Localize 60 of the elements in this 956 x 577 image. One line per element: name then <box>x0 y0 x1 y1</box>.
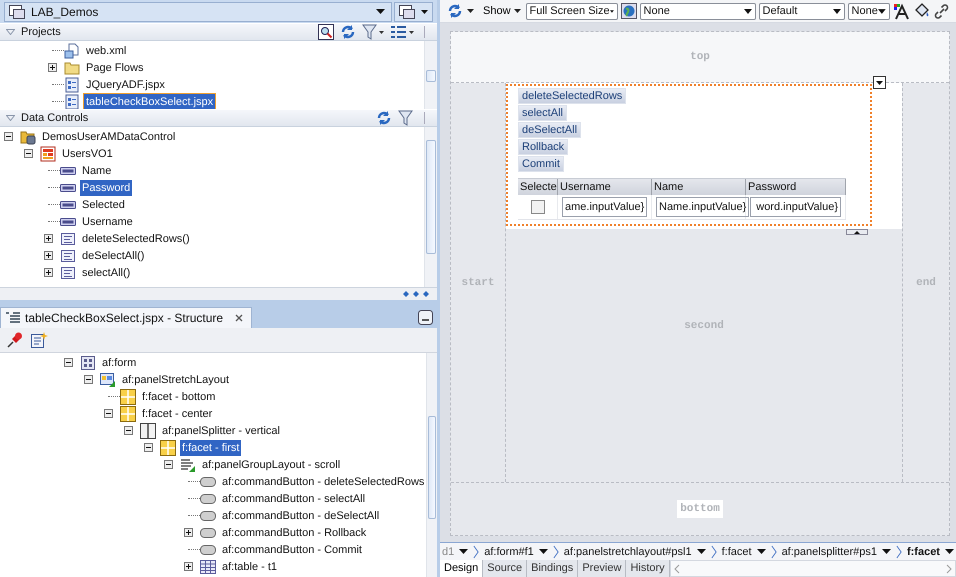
tree-item[interactable]: af:table - t1 <box>220 558 280 574</box>
breadcrumb-item[interactable]: f:facet <box>904 546 956 558</box>
tree-item[interactable]: af:commandButton - Commit <box>220 542 364 558</box>
tree-item[interactable]: DemosUserAMDataControl <box>40 128 178 144</box>
tree-item[interactable]: af:commandButton - Rollback <box>220 524 368 540</box>
breadcrumb-item[interactable]: f:facet <box>720 546 768 558</box>
tree-item[interactable]: af:form <box>100 354 138 370</box>
tree-item[interactable]: Name <box>80 162 114 178</box>
tree-item[interactable]: UsersVO1 <box>60 146 115 162</box>
tree-item[interactable]: af:panelSplitter - vertical <box>160 422 282 438</box>
command-button[interactable]: Rollback <box>518 139 568 155</box>
application-selector[interactable]: LAB_Demos <box>4 2 392 22</box>
panel-title: Projects <box>21 26 61 38</box>
editor-tab[interactable]: Design <box>440 560 484 577</box>
column-header[interactable]: Name <box>652 179 746 195</box>
region-label: bottom <box>677 500 723 518</box>
column-header[interactable]: Username <box>558 179 652 195</box>
input-field[interactable]: ame.inputValue} <box>562 197 648 217</box>
show-menu[interactable]: Show <box>477 5 523 17</box>
tree-item[interactable]: JQueryADF.jspx <box>84 76 167 92</box>
structure-tab[interactable]: tableCheckBoxSelect.jspx - Structure <box>0 307 252 328</box>
tree-item[interactable]: f:facet - first <box>180 440 242 456</box>
command-button[interactable]: selectAll <box>518 105 567 121</box>
tree-item[interactable]: af:panelStretchLayout <box>120 372 232 388</box>
tree-item[interactable]: selectAll() <box>80 264 132 280</box>
tree-item[interactable]: af:commandButton - selectAll <box>220 490 368 506</box>
tree-item[interactable]: f:facet - bottom <box>140 388 218 404</box>
breadcrumb-item[interactable]: af:panelstretchlayout#psl1 <box>562 546 708 558</box>
tree-item[interactable]: tableCheckBoxSelect.jspx <box>84 94 216 109</box>
tree-item[interactable]: af:commandButton - deSelectAll <box>220 508 382 524</box>
tree-item[interactable]: af:panelGroupLayout - scroll <box>200 456 342 472</box>
panel-title: Data Controls <box>21 112 88 124</box>
input-field[interactable]: Name.inputValue} <box>656 197 750 217</box>
editor-tab[interactable]: History <box>626 560 670 577</box>
tree-item[interactable]: Selected <box>80 196 127 212</box>
tree-item[interactable]: deSelectAll() <box>80 248 146 264</box>
editor-tab[interactable]: Bindings <box>527 560 578 577</box>
breadcrumb-item[interactable]: af:panelsplitter#ps1 <box>780 546 893 558</box>
tree-item[interactable]: Page Flows <box>84 60 146 76</box>
editor-tab[interactable]: Source <box>483 560 528 577</box>
tree-item[interactable]: web.xml <box>84 42 128 58</box>
option-dropdown[interactable]: None <box>848 2 890 20</box>
tree-item[interactable]: deleteSelectedRows() <box>80 230 192 246</box>
input-field[interactable]: word.inputValue} <box>750 197 841 217</box>
command-button[interactable]: deleteSelectedRows <box>518 88 626 104</box>
column-header[interactable]: Password <box>746 179 846 195</box>
tree-item[interactable]: af:commandButton - deleteSelectedRows <box>220 474 426 490</box>
tree-item[interactable]: Password <box>80 180 132 196</box>
command-button[interactable]: deSelectAll <box>518 122 582 138</box>
selected-facet-frame[interactable]: deleteSelectedRows selectAll deSelectAll Rollback Commit Selecte Username Name Password ame.inputValue} Name.inputValue} word.inputValue} <box>506 84 872 226</box>
command-button[interactable]: Commit <box>518 156 564 172</box>
tree-item[interactable]: Username <box>80 214 135 230</box>
option-dropdown[interactable]: None <box>640 2 756 20</box>
column-header[interactable]: Selecte <box>518 179 558 195</box>
tree-item[interactable]: f:facet - center <box>140 406 214 422</box>
region-label: top <box>690 51 710 63</box>
option-dropdown[interactable]: Default <box>758 2 845 20</box>
screen-size-dropdown[interactable]: Full Screen Size <box>526 2 618 20</box>
editor-tab[interactable]: Preview <box>578 560 626 577</box>
breadcrumb-item[interactable]: af:form#f1 <box>482 546 550 558</box>
